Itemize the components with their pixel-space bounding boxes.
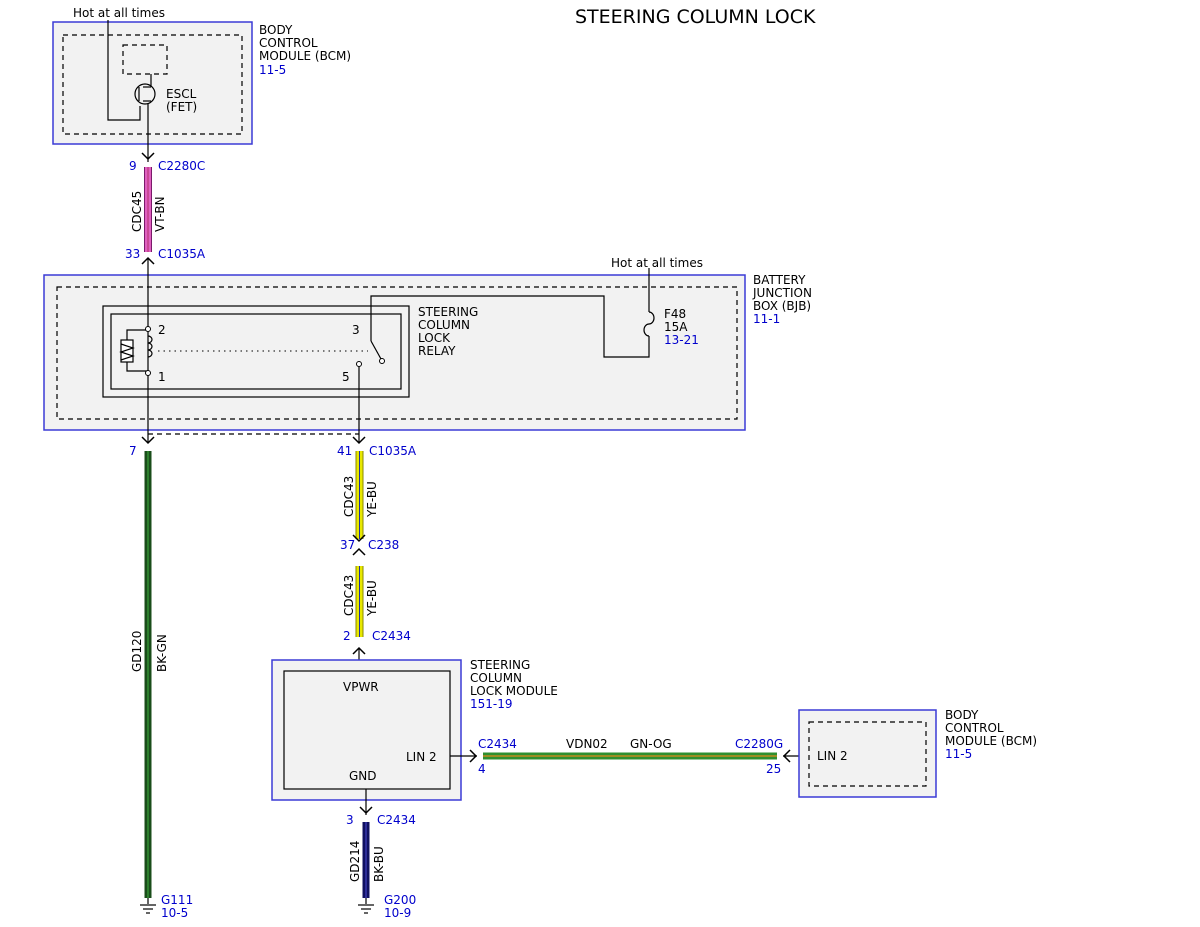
wire-vdn02-circuit: VDN02 xyxy=(566,737,608,751)
bjb-ref: 11-1 xyxy=(753,312,780,326)
fuse-name: F48 xyxy=(664,307,686,321)
wire-vdn02-color: GN-OG xyxy=(630,737,672,751)
steering-column-lock-module: VPWR LIN 2 GND STEERING COLUMN LOCK MODU… xyxy=(271,658,558,801)
relay-name-line1: STEERING xyxy=(418,305,478,319)
bjb-name-line2: JUNCTION xyxy=(752,286,812,300)
sclm-ref: 151-19 xyxy=(470,697,513,711)
bcm-top-module: Hot at all times ESCL (FET) BODY CONTROL… xyxy=(52,6,351,145)
relay-pin-1: 1 xyxy=(158,370,166,384)
bjb-module: BATTERY JUNCTION BOX (BJB) 11-1 STEERING… xyxy=(43,256,812,442)
wiring-diagram: STEERING COLUMN LOCK Hot at all times ES… xyxy=(43,6,1037,920)
sclm-name-line2: COLUMN xyxy=(470,671,522,685)
ground-g200-icon xyxy=(358,904,374,914)
fuse-rating: 15A xyxy=(664,320,688,334)
sclm-vpwr-pin-number: 2 xyxy=(343,629,351,643)
ground-g111-icon xyxy=(140,904,156,914)
wire-cdc43-a-color: YE-BU xyxy=(365,481,379,518)
sclm-lin-connector-id: C2434 xyxy=(478,737,517,751)
wire-gd214: GD214 BK-BU xyxy=(348,822,386,898)
bcm-lin-connector-id: C2280G xyxy=(735,737,783,751)
c238-connector-id: C238 xyxy=(368,538,399,552)
escl-label: ESCL xyxy=(166,87,197,101)
fuse-ref: 13-21 xyxy=(664,333,699,347)
wire-cdc43-a-circuit: CDC43 xyxy=(342,476,356,517)
hot-at-all-times-label: Hot at all times xyxy=(73,6,165,20)
bcm-connector-id: C2280C xyxy=(158,159,205,173)
bcm-right-name-line2: CONTROL xyxy=(945,721,1004,735)
hot-at-all-times-bjb-label: Hot at all times xyxy=(611,256,703,270)
ground-g111-name: G111 xyxy=(161,893,193,907)
wire-cdc45: CDC45 VT-BN xyxy=(130,167,167,252)
bcm-right-name-line3: MODULE (BCM) xyxy=(945,734,1037,748)
bjb-name-line1: BATTERY xyxy=(753,273,806,287)
fet-label: (FET) xyxy=(166,100,197,114)
bcm-lin-pin-number: 25 xyxy=(766,762,781,776)
bjb-name-line3: BOX (BJB) xyxy=(753,299,811,313)
diagram-title: STEERING COLUMN LOCK xyxy=(575,6,816,28)
wire-gd120-circuit: GD120 xyxy=(130,631,144,672)
sclm-gnd-label: GND xyxy=(349,769,377,783)
bcm-top-name-line1: BODY xyxy=(259,23,293,37)
ground-g111-ref: 10-5 xyxy=(161,906,188,920)
bcm-top-ref: 11-5 xyxy=(259,63,286,77)
wire-cdc45-color: VT-BN xyxy=(153,196,167,232)
ground-g200-ref: 10-9 xyxy=(384,906,411,920)
wire-cdc43-b-color: YE-BU xyxy=(365,580,379,617)
wire-cdc43-a: CDC43 YE-BU xyxy=(342,451,379,539)
sclm-lin-pin-number: 4 xyxy=(478,762,486,776)
sclm-vpwr-connector-id: C2434 xyxy=(372,629,411,643)
bjb-in-pin-number: 33 xyxy=(125,247,140,261)
wire-gd120: GD120 BK-GN xyxy=(130,451,169,898)
relay-pin-5: 5 xyxy=(342,370,350,384)
ground-g200-name: G200 xyxy=(384,893,416,907)
bjb-out41-pin-number: 41 xyxy=(337,444,352,458)
bcm-pin-number: 9 xyxy=(129,159,137,173)
bcm-right-lin-label: LIN 2 xyxy=(817,749,848,763)
relay-name-line2: COLUMN xyxy=(418,318,470,332)
wire-gd120-color: BK-GN xyxy=(155,634,169,672)
wire-cdc45-circuit: CDC45 xyxy=(130,191,144,232)
sclm-gnd-pin-number: 3 xyxy=(346,813,354,827)
relay-pin-2: 2 xyxy=(158,323,166,337)
sclm-name-line1: STEERING xyxy=(470,658,530,672)
relay-name-line4: RELAY xyxy=(418,344,456,358)
bcm-right-name-line1: BODY xyxy=(945,708,979,722)
sclm-lin-label: LIN 2 xyxy=(406,750,437,764)
wire-vdn02: VDN02 GN-OG xyxy=(483,737,777,760)
bjb-in-connector-id: C1035A xyxy=(158,247,206,261)
bjb-out41-connector-id: C1035A xyxy=(369,444,417,458)
relay-name-line3: LOCK xyxy=(418,331,451,345)
sclm-gnd-connector-id: C2434 xyxy=(377,813,416,827)
bcm-right-module: LIN 2 BODY CONTROL MODULE (BCM) 11-5 xyxy=(798,708,1037,798)
wire-gd214-color: BK-BU xyxy=(372,846,386,882)
bjb-out7-pin-number: 7 xyxy=(129,444,137,458)
bcm-right-ref: 11-5 xyxy=(945,747,972,761)
sclm-vpwr-label: VPWR xyxy=(343,680,379,694)
bcm-top-name-line3: MODULE (BCM) xyxy=(259,49,351,63)
c238-pin-number: 37 xyxy=(340,538,355,552)
wire-gd214-circuit: GD214 xyxy=(348,841,362,882)
wire-cdc43-b-circuit: CDC43 xyxy=(342,575,356,616)
wire-cdc43-b: CDC43 YE-BU xyxy=(342,566,379,637)
bcm-top-name-line2: CONTROL xyxy=(259,36,318,50)
sclm-name-line3: LOCK MODULE xyxy=(470,684,558,698)
relay-pin-3: 3 xyxy=(352,323,360,337)
